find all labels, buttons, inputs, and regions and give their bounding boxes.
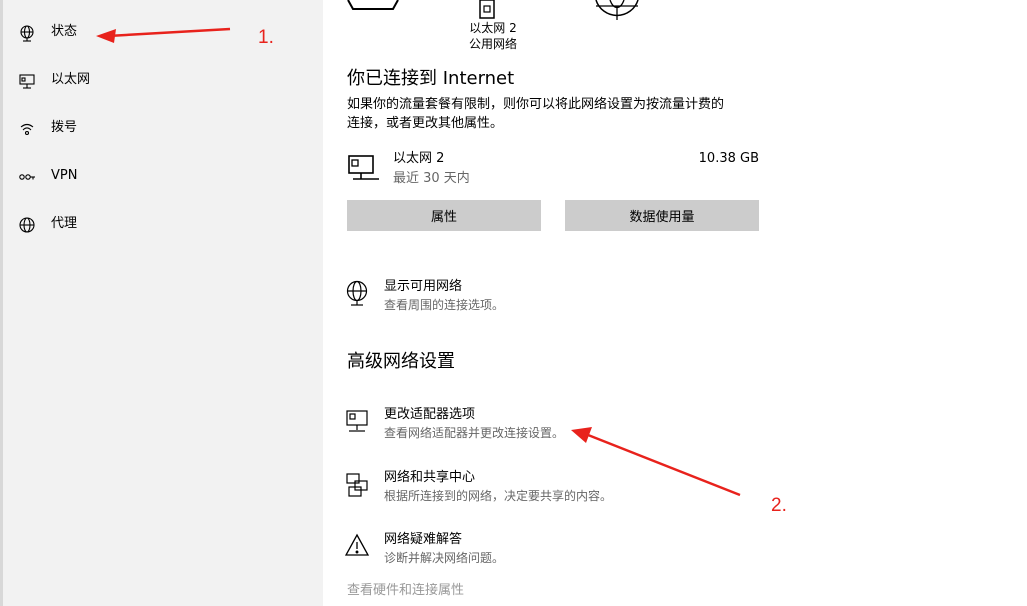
sidebar-item-vpn[interactable]: VPN [0,156,323,196]
vpn-icon [19,174,35,180]
annotation-arrow-2 [571,427,741,497]
sidebar-item-ethernet[interactable]: 以太网 [0,60,323,100]
connection-name: 以太网 2 [393,151,445,166]
adapter-options-title: 更改适配器选项 [384,407,476,422]
warning-triangle-icon [345,533,370,556]
network-troubleshooter-link[interactable]: 网络疑难解答 诊断并解决网络问题。 [345,529,605,569]
connection-usage: 10.38 GB [698,151,759,166]
sidebar: 状态 以太网 拨号 VPN 代理 1. [0,0,323,606]
globe-status-icon [20,25,34,42]
troubleshooter-subtitle: 诊断并解决网络问题。 [384,551,505,565]
sharing-center-title: 网络和共享中心 [384,470,476,485]
sidebar-item-label: 状态 [51,24,78,39]
adapter-options-subtitle: 查看网络适配器并更改连接设置。 [384,426,565,440]
sharing-center-icon [346,473,368,497]
sidebar-item-proxy[interactable]: 代理 [0,204,323,244]
diagram-network-label: 以太网 2 公用网络 [463,20,523,52]
internet-globe-icon [595,0,639,20]
annotation-arrow-1 [96,27,231,43]
connection-status-description: 如果你的流量套餐有限制，则你可以将此网络设置为按流量计费的 连接，或者更改其他属… [347,95,787,133]
data-usage-button[interactable]: 数据使用量 [565,200,759,231]
globe-proxy-icon [19,217,35,233]
network-globe-icon [346,280,368,306]
properties-button[interactable]: 属性 [347,200,541,231]
sidebar-item-label: 代理 [51,216,78,231]
ethernet-icon [19,74,35,89]
troubleshooter-title: 网络疑难解答 [384,532,463,547]
annotation-step-2: 2. [771,495,787,516]
adapter-monitor-icon [346,410,368,432]
connected-ethernet-icon [348,155,379,180]
show-networks-title: 显示可用网络 [384,279,463,294]
ethernet-adapter-icon [479,0,495,19]
connection-status-heading: 你已连接到 Internet [347,68,515,89]
sidebar-item-label: 拨号 [51,120,78,135]
diagram-network-type: 公用网络 [468,37,517,51]
connection-period: 最近 30 天内 [393,171,470,186]
sidebar-item-dialup[interactable]: 拨号 [0,108,323,148]
description-line: 连接，或者更改其他属性。 [347,116,504,131]
show-networks-subtitle: 查看周围的连接选项。 [384,298,505,312]
dialup-icon [20,123,34,136]
pc-icon [347,0,399,10]
advanced-settings-heading: 高级网络设置 [347,351,455,372]
hardware-properties-link[interactable]: 查看硬件和连接属性 [347,581,464,600]
main-panel: 以太网 2 公用网络 你已连接到 Internet 如果你的流量套餐有限制，则你… [323,0,1027,606]
description-line: 如果你的流量套餐有限制，则你可以将此网络设置为按流量计费的 [347,97,725,112]
diagram-network-name: 以太网 2 [469,21,517,35]
sidebar-item-label: 以太网 [51,72,91,87]
sidebar-item-label: VPN [51,168,78,183]
show-available-networks-link[interactable]: 显示可用网络 查看周围的连接选项。 [345,276,605,316]
annotation-step-1: 1. [258,27,274,48]
